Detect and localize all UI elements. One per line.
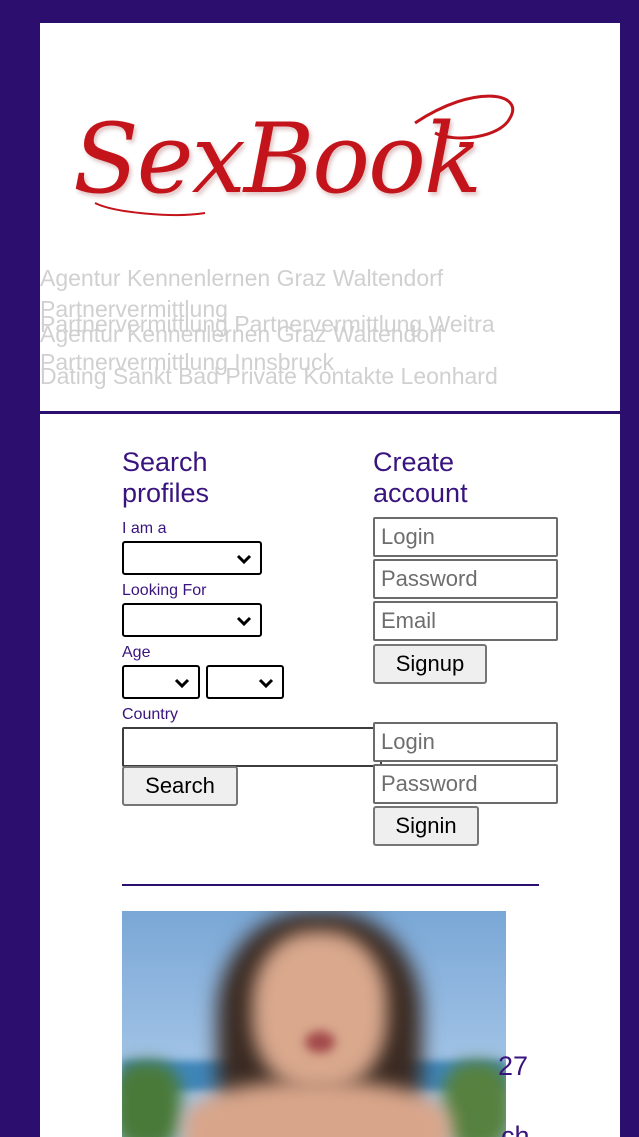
tagline-1[interactable]: Agentur Kennenlernen Graz Waltendorf — [40, 267, 443, 290]
looking-for-label: Looking For — [122, 582, 207, 599]
signin-button[interactable]: Signin — [373, 806, 479, 846]
signin-password-field[interactable]: Password — [373, 764, 558, 804]
chevron-down-icon — [236, 554, 252, 565]
header-divider — [40, 411, 620, 414]
signin-login-field[interactable]: Login — [373, 722, 558, 762]
country-label: Country — [122, 706, 179, 723]
country-input[interactable] — [122, 727, 382, 767]
profile-age: 27 — [498, 1051, 529, 1081]
create-account-title: Create account — [373, 447, 468, 508]
signup-email-field[interactable]: Email — [373, 601, 558, 641]
age-to-select[interactable] — [206, 665, 284, 699]
profile-location-partial: ch — [501, 1121, 530, 1137]
tagline-4[interactable]: Agentur Kennenlernen Graz Waltendorf — [40, 323, 443, 346]
tagline-6[interactable]: Dating Sankt Bad Private Kontakte Leonha… — [40, 365, 498, 388]
chevron-down-icon — [236, 616, 252, 627]
site-header: SexBook Agentur Kennenlernen Graz Walten… — [40, 23, 620, 411]
page-frame: SexBook Agentur Kennenlernen Graz Walten… — [40, 23, 620, 1137]
age-from-select[interactable] — [122, 665, 200, 699]
profile-photo[interactable] — [122, 911, 506, 1137]
looking-for-select[interactable] — [122, 603, 262, 637]
site-logo[interactable]: SexBook — [55, 63, 525, 223]
search-button[interactable]: Search — [122, 766, 238, 806]
photo-face — [252, 931, 387, 1091]
i-am-select[interactable] — [122, 541, 262, 575]
chevron-down-icon — [174, 678, 190, 689]
logo-text: SexBook — [73, 103, 482, 215]
i-am-label: I am a — [122, 520, 167, 537]
signup-login-field[interactable]: Login — [373, 517, 558, 557]
chevron-down-icon — [258, 678, 274, 689]
signup-button[interactable]: Signup — [373, 644, 487, 684]
age-label: Age — [122, 644, 151, 661]
search-profiles-title: Search profiles — [122, 447, 210, 508]
photo-mouth — [305, 1031, 335, 1053]
signup-password-field[interactable]: Password — [373, 559, 558, 599]
photo-plant-left — [122, 1061, 182, 1137]
section-divider — [122, 884, 539, 886]
